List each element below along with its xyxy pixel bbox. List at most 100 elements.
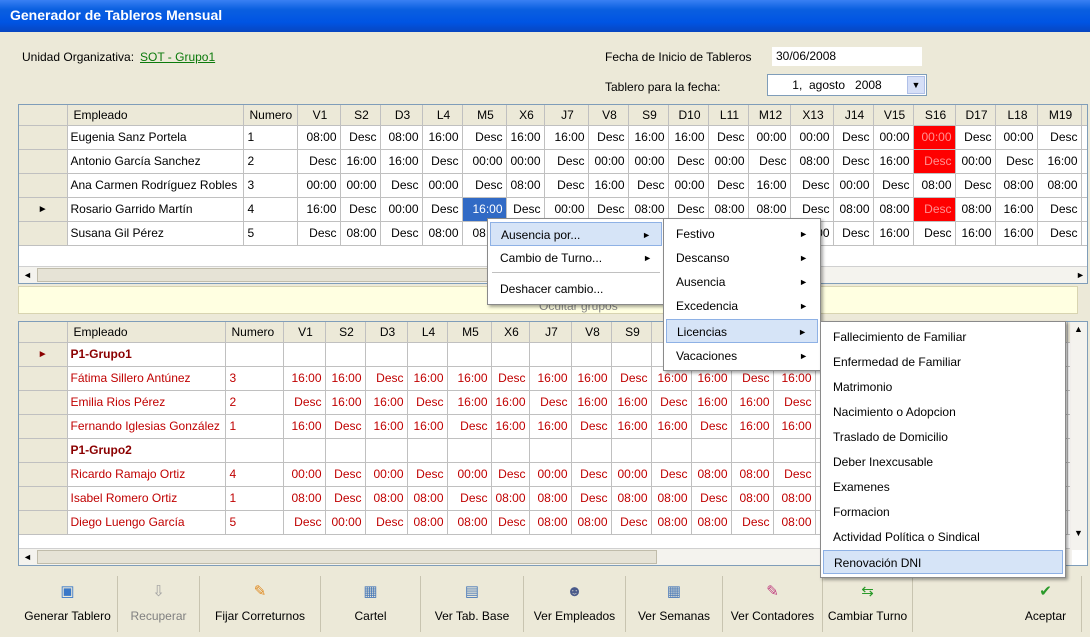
menu-item-matrimonio[interactable]: Matrimonio	[823, 375, 1063, 399]
shift-cell[interactable]: Desc	[491, 510, 530, 535]
shift-cell[interactable]: 16:00	[588, 173, 629, 198]
row-indicator[interactable]	[19, 125, 68, 150]
menu-item-festivo[interactable]: Festivo ►	[666, 222, 818, 246]
ver-semanas-button[interactable]: ▦ Ver Semanas	[626, 576, 723, 632]
menu-item-examenes[interactable]: Examenes	[823, 475, 1063, 499]
shift-cell[interactable]: Desc	[325, 414, 366, 439]
shift-cell[interactable]: 16:00	[297, 197, 341, 222]
shift-cell[interactable]: 16:00	[1037, 149, 1082, 174]
shift-cell[interactable]: Desc	[365, 366, 408, 391]
shift-cell[interactable]	[491, 438, 530, 463]
column-header[interactable]: Numero	[225, 322, 284, 343]
employee-number[interactable]: 5	[225, 510, 284, 535]
row-indicator[interactable]: ►	[19, 342, 68, 367]
row-indicator[interactable]	[19, 438, 68, 463]
shift-cell[interactable]: 16:00	[447, 366, 492, 391]
shift-cell[interactable]: 00:00	[340, 173, 381, 198]
shift-cell[interactable]	[773, 438, 816, 463]
shift-cell[interactable]: 16:00	[668, 125, 709, 150]
shift-cell[interactable]: 08:00	[913, 173, 956, 198]
shift-cell[interactable]: Desc	[708, 173, 749, 198]
employee-number[interactable]: 4	[225, 462, 284, 487]
table-row[interactable]: Ana Carmen Rodríguez Robles 3 00:00 00:00 De…	[19, 173, 1087, 198]
column-header[interactable]: J7	[529, 322, 572, 343]
shift-cell[interactable]: Desc	[529, 390, 572, 415]
employee-name[interactable]: Antonio García Sanchez	[67, 149, 244, 174]
shift-cell[interactable]: 08:00	[380, 125, 423, 150]
scroll-left-icon[interactable]: ◄	[19, 549, 36, 565]
shift-cell[interactable]: Desc	[283, 510, 326, 535]
shift-cell[interactable]: Desc	[995, 149, 1038, 174]
shift-cell[interactable]: Desc	[691, 414, 732, 439]
shift-cell[interactable]: Desc	[491, 462, 530, 487]
shift-cell[interactable]: 08:00	[995, 173, 1038, 198]
shift-cell[interactable]: 16:00	[283, 366, 326, 391]
shift-cell[interactable]: Desc	[651, 390, 692, 415]
shift-cell[interactable]: Desc	[773, 390, 816, 415]
shift-cell[interactable]: Desc	[380, 221, 423, 246]
column-header[interactable]: D17	[955, 105, 996, 126]
menu-item-enfermedad[interactable]: Enfermedad de Familiar	[823, 350, 1063, 374]
column-header[interactable]: J14	[833, 105, 874, 126]
shift-cell[interactable]: 16:00	[1081, 197, 1087, 222]
column-header[interactable]: M5	[447, 322, 492, 343]
shift-cell[interactable]: 16:00	[873, 149, 914, 174]
shift-cell[interactable]: 08:00	[529, 510, 572, 535]
shift-cell[interactable]: 00:00	[283, 462, 326, 487]
shift-cell[interactable]: 08:00	[340, 221, 381, 246]
shift-cell[interactable]: Desc	[611, 510, 652, 535]
shift-cell[interactable]: Desc	[447, 486, 492, 511]
shift-cell[interactable]: 08:00	[422, 221, 463, 246]
shift-cell[interactable]: 16:00	[447, 390, 492, 415]
shift-cell[interactable]: Desc	[571, 414, 612, 439]
shift-cell[interactable]: 16:00	[491, 390, 530, 415]
shift-cell[interactable]: 00:00	[380, 197, 423, 222]
shift-cell[interactable]: 08:00	[731, 462, 774, 487]
shift-cell[interactable]: 00:00	[955, 149, 996, 174]
shift-cell[interactable]	[491, 342, 530, 367]
scroll-left-icon[interactable]: ◄	[19, 267, 36, 283]
shift-cell[interactable]: 00:00	[611, 462, 652, 487]
shift-cell[interactable]: Desc	[651, 462, 692, 487]
column-header[interactable]: Empleado	[67, 105, 244, 126]
shift-cell[interactable]: 16:00	[628, 125, 669, 150]
column-header[interactable]: X20	[1081, 105, 1087, 126]
column-header[interactable]: X6	[506, 105, 545, 126]
tablero-date-picker[interactable]: 1, agosto 2008 ▼	[767, 74, 927, 96]
menu-item-deber[interactable]: Deber Inexcusable	[823, 450, 1063, 474]
shift-cell[interactable]: 00:00	[748, 125, 791, 150]
shift-cell[interactable]: 16:00	[365, 390, 408, 415]
menu-item-fallecimiento[interactable]: Fallecimiento de Familiar	[823, 325, 1063, 349]
shift-cell[interactable]: Desc	[913, 197, 956, 222]
shift-cell[interactable]: Desc	[325, 486, 366, 511]
shift-cell[interactable]: 08:00	[731, 486, 774, 511]
shift-cell[interactable]: Desc	[955, 125, 996, 150]
column-header[interactable]: X13	[790, 105, 834, 126]
row-indicator[interactable]	[19, 414, 68, 439]
shift-cell[interactable]: 00:00	[668, 173, 709, 198]
shift-cell[interactable]: Desc	[955, 173, 996, 198]
shift-cell[interactable]: Desc	[833, 125, 874, 150]
unidad-link[interactable]: SOT - Grupo1	[140, 50, 215, 64]
shift-cell[interactable]	[365, 342, 408, 367]
shift-cell[interactable]: 00:00	[913, 125, 956, 150]
shift-cell[interactable]: 08:00	[691, 510, 732, 535]
shift-cell[interactable]: 16:00	[571, 366, 612, 391]
row-indicator[interactable]	[19, 149, 68, 174]
shift-cell[interactable]: Desc	[708, 125, 749, 150]
recuperar-button[interactable]: ⇩ Recuperar	[118, 576, 200, 632]
row-indicator[interactable]	[19, 486, 68, 511]
shift-cell[interactable]: Desc	[790, 173, 834, 198]
shift-cell[interactable]: 00:00	[422, 173, 463, 198]
table-row[interactable]: Eugenia Sanz Portela 1 08:00 Desc 08:00 16:00…	[19, 125, 1087, 150]
column-header[interactable]: Empleado	[67, 322, 226, 343]
menu-item-traslado[interactable]: Traslado de Domicilio	[823, 425, 1063, 449]
shift-cell[interactable]: 16:00	[407, 414, 448, 439]
shift-cell[interactable]: Desc	[422, 197, 463, 222]
shift-cell[interactable]	[283, 342, 326, 367]
shift-cell[interactable]: 16:00	[380, 149, 423, 174]
shift-cell[interactable]: 00:00	[506, 149, 545, 174]
shift-cell[interactable]: 16:00	[407, 366, 448, 391]
fijar-correturnos-button[interactable]: ✎ Fijar Correturnos	[200, 576, 321, 632]
employee-number[interactable]: 3	[243, 173, 298, 198]
